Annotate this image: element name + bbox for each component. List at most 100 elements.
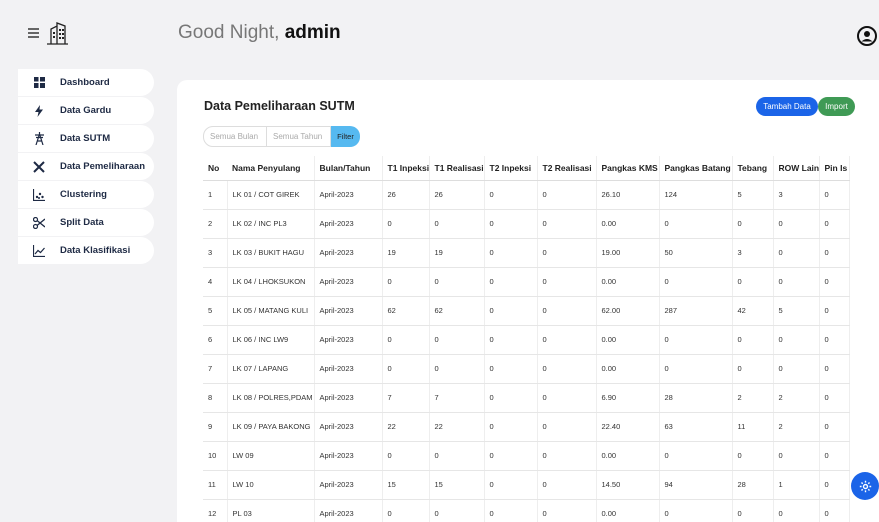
column-header[interactable]: No: [203, 156, 227, 181]
table-cell: April-2023: [314, 325, 383, 355]
table-cell: 0: [429, 325, 485, 355]
sidebar-item-clustering[interactable]: Clustering: [18, 181, 154, 208]
table-row[interactable]: 4 LK 04 / LHOKSUKON April-2023 0 0 0 0 0.00 0 0 0 0: [203, 267, 850, 297]
table-cell: 9: [203, 412, 228, 442]
table-cell: 0.00: [596, 499, 660, 522]
month-select[interactable]: Semua Bulan: [203, 126, 267, 147]
table-row[interactable]: 3 LK 03 / BUKIT HAGU April-2023 19 19 0 0 19.00…: [203, 238, 850, 268]
greeting: Good Night, admin: [178, 22, 341, 44]
table-cell: 12: [203, 499, 228, 522]
table-row[interactable]: 11 LW 10 April-2023 15 15 0 0 14.50 94 28 1 0: [203, 470, 850, 500]
table-row[interactable]: 8 LK 08 / POLRES,PDAM April-2023 7 7 0 0 6.90 28…: [203, 383, 850, 413]
table-cell: 0: [773, 354, 820, 384]
table-cell: 8: [203, 383, 228, 413]
table-row[interactable]: 10 LW 09 April-2023 0 0 0 0 0.00 0 0 0 0: [203, 441, 850, 471]
table-cell: 0: [429, 354, 485, 384]
sidebar-item-split-data[interactable]: Split Data: [18, 209, 154, 236]
table-cell: 0: [819, 412, 850, 442]
table-cell: 0: [819, 499, 850, 522]
page-title: Data Pemeliharaan SUTM: [204, 99, 355, 113]
column-header[interactable]: Pangkas Batang: [659, 156, 733, 181]
table-cell: 0: [773, 238, 820, 268]
table-cell: 0: [537, 412, 597, 442]
table-cell: 26.10: [596, 180, 660, 210]
column-header[interactable]: Nama Penyulang: [227, 156, 315, 181]
table-cell: 124: [659, 180, 733, 210]
table-cell: 3: [732, 238, 774, 268]
chart-line-icon: [32, 244, 46, 258]
table-row[interactable]: 2 LK 02 / INC PL3 April-2023 0 0 0 0 0.00 0 0 0 0: [203, 209, 850, 239]
dashboard-icon: [32, 76, 46, 90]
table-cell: 0: [819, 354, 850, 384]
bolt-icon: [32, 104, 46, 118]
column-header[interactable]: T1 Inpeksi: [382, 156, 430, 181]
table-cell: LW 09: [227, 441, 315, 471]
settings-fab[interactable]: [851, 472, 879, 500]
column-header[interactable]: ROW Lain: [773, 156, 820, 181]
table-cell: 0: [382, 325, 430, 355]
table-cell: 50: [659, 238, 733, 268]
table-cell: 0: [732, 441, 774, 471]
table-cell: 2: [203, 209, 228, 239]
table-row[interactable]: 1 LK 01 / COT GIREK April-2023 26 26 0 0 26.10 1…: [203, 180, 850, 210]
table-cell: 0: [484, 209, 538, 239]
sidebar-item-data-pemeliharaan[interactable]: Data Pemeliharaan: [18, 153, 154, 180]
table-cell: April-2023: [314, 296, 383, 326]
table-cell: 2: [732, 383, 774, 413]
table-cell: 1: [203, 180, 228, 210]
table-cell: 0: [819, 325, 850, 355]
table-row[interactable]: 5 LK 05 / MATANG KULI April-2023 62 62 0 0 62.0…: [203, 296, 850, 326]
column-header[interactable]: Pin Is: [819, 156, 850, 181]
table-cell: 0: [659, 354, 733, 384]
column-header[interactable]: T1 Realisasi: [429, 156, 485, 181]
column-header[interactable]: Pangkas KMS: [596, 156, 660, 181]
table-row[interactable]: 12 PL 03 April-2023 0 0 0 0 0.00 0 0 0 0: [203, 499, 850, 522]
tower-icon: [32, 132, 46, 146]
table-cell: 62: [429, 296, 485, 326]
table-row[interactable]: 9 LK 09 / PAYA BAKONG April-2023 22 22 0 0 22.4…: [203, 412, 850, 442]
column-header[interactable]: T2 Inpeksi: [484, 156, 538, 181]
sidebar-item-label: Dashboard: [60, 77, 110, 88]
filter-button[interactable]: Filter: [331, 126, 360, 147]
table-cell: 26: [382, 180, 430, 210]
table-cell: 5: [732, 180, 774, 210]
table-cell: 4: [203, 267, 228, 297]
greeting-prefix: Good Night,: [178, 22, 280, 43]
table-row[interactable]: 7 LK 07 / LAPANG April-2023 0 0 0 0 0.00 0 0 0 0: [203, 354, 850, 384]
table-cell: 11: [732, 412, 774, 442]
sidebar-item-data-sutm[interactable]: Data SUTM: [18, 125, 154, 152]
table-cell: 15: [382, 470, 430, 500]
table-cell: 0: [382, 441, 430, 471]
table-cell: 0: [537, 267, 597, 297]
table-cell: 0.00: [596, 354, 660, 384]
year-select[interactable]: Semua Tahun: [267, 126, 331, 147]
column-header[interactable]: Tebang: [732, 156, 774, 181]
table-cell: 22.40: [596, 412, 660, 442]
table-cell: April-2023: [314, 267, 383, 297]
sidebar-item-data-klasifikasi[interactable]: Data Klasifikasi: [18, 237, 154, 264]
table-cell: 0: [484, 499, 538, 522]
table-cell: 0: [537, 238, 597, 268]
table-cell: 0: [537, 441, 597, 471]
column-header[interactable]: Bulan/Tahun: [314, 156, 383, 181]
table-cell: 19: [429, 238, 485, 268]
tools-icon: [32, 160, 46, 174]
top-bar: Good Night, admin: [0, 0, 879, 66]
table-cell: 0: [484, 238, 538, 268]
table-cell: LK 04 / LHOKSUKON: [227, 267, 315, 297]
user-avatar-icon[interactable]: [857, 26, 877, 46]
table-row[interactable]: 6 LK 06 / INC LW9 April-2023 0 0 0 0 0.00 0 0 0 0: [203, 325, 850, 355]
table-cell: 7: [429, 383, 485, 413]
menu-icon[interactable]: [28, 28, 39, 38]
add-data-button[interactable]: Tambah Data: [756, 97, 818, 116]
column-header[interactable]: T2 Realisasi: [537, 156, 597, 181]
maintenance-table: No Nama Penyulang Bulan/Tahun T1 Inpeksi T1 …: [203, 156, 850, 522]
import-button[interactable]: Import: [818, 97, 855, 116]
sidebar-item-dashboard[interactable]: Dashboard: [18, 69, 154, 96]
sidebar-item-data-gardu[interactable]: Data Gardu: [18, 97, 154, 124]
table-cell: LK 02 / INC PL3: [227, 209, 315, 239]
table-cell: 0: [484, 296, 538, 326]
table-cell: 42: [732, 296, 774, 326]
table-cell: 0: [484, 441, 538, 471]
table-cell: 0: [382, 354, 430, 384]
